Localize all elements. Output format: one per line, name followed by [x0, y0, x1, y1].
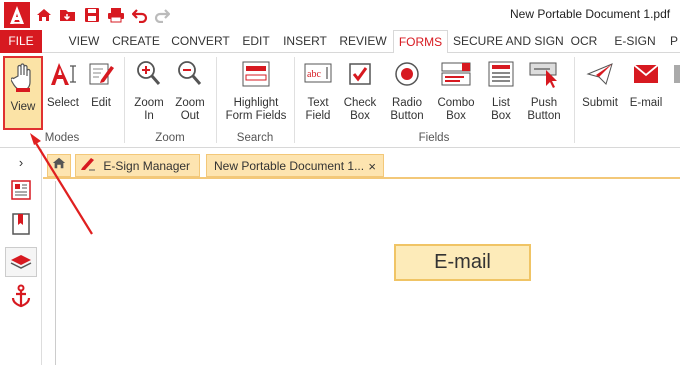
annotation-arrow-head — [30, 133, 41, 145]
annotation-arrow — [30, 133, 93, 235]
annotation-arrow-line — [33, 139, 93, 235]
